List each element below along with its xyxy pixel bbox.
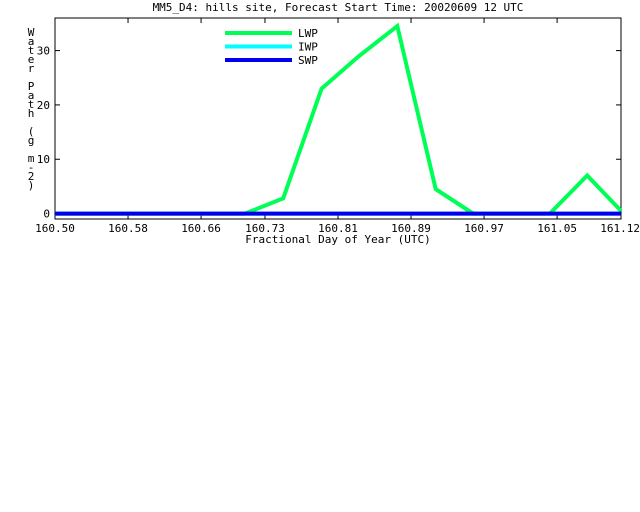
y-axis-label-char: ) (28, 179, 35, 192)
x-tick-label: 161.05 (537, 222, 577, 235)
x-tick-label: 160.58 (108, 222, 148, 235)
chart-title: MM5_D4: hills site, Forecast Start Time:… (153, 1, 524, 14)
y-axis-label: WaterPath(gm-2) (28, 26, 35, 192)
y-tick-label: 0 (43, 208, 50, 221)
plot-frame (54, 17, 622, 220)
series-line-lwp (55, 22, 623, 216)
x-tick-label: 160.97 (464, 222, 504, 235)
x-tick-label: 160.50 (35, 222, 75, 235)
x-tick-label: 161.12 (600, 222, 640, 235)
y-axis-label-char: h (28, 107, 35, 120)
legend-label-iwp: IWP (298, 41, 318, 54)
x-tick-label: 160.66 (181, 222, 221, 235)
y-axis-label-char: g (28, 134, 35, 147)
legend-label-swp: SWP (298, 54, 318, 67)
x-axis-label: Fractional Day of Year (UTC) (245, 233, 430, 246)
legend-label-lwp: LWP (298, 27, 318, 40)
legend: LWPIWPSWP (225, 27, 318, 67)
series-lines (55, 22, 623, 216)
y-tick-label: 20 (37, 99, 50, 112)
chart: MM5_D4: hills site, Forecast Start Time:… (28, 1, 640, 246)
y-tick-label: 30 (37, 45, 50, 58)
y-axis-label-char: r (28, 62, 35, 75)
axis-ticks: 160.50 160.58 160.66 160.73 160.81 160.89 160.… (35, 18, 640, 235)
y-tick-label: 10 (37, 153, 50, 166)
